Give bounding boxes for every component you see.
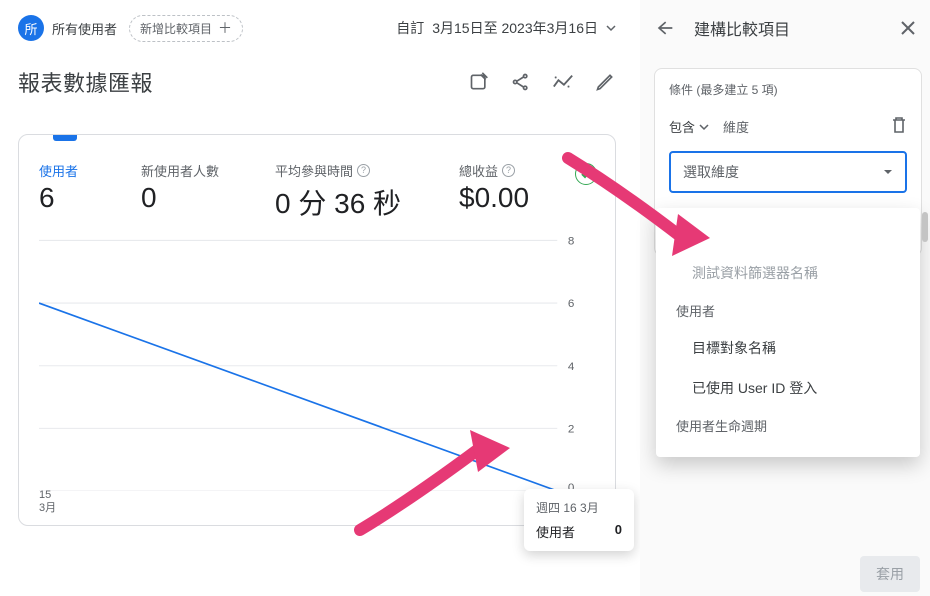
delete-icon[interactable] bbox=[891, 116, 907, 137]
line-chart[interactable]: 8 6 4 2 0 bbox=[39, 230, 589, 491]
tooltip-date: 週四 16 3月 bbox=[536, 499, 622, 516]
date-range-picker[interactable]: 自訂 3月15日至 2023年3月16日 bbox=[396, 18, 616, 38]
metric-users[interactable]: 使用者 6 bbox=[39, 161, 127, 222]
metric-label: 新使用者人數 bbox=[141, 161, 219, 180]
add-compare-chip[interactable]: 新增比較項目 ＋ bbox=[129, 15, 243, 42]
date-range-prefix: 自訂 bbox=[396, 18, 424, 38]
metric-revenue[interactable]: 總收益? $0.00 bbox=[459, 161, 549, 222]
close-icon[interactable] bbox=[900, 20, 916, 36]
condition-row: 包含 維度 bbox=[669, 116, 907, 137]
plus-icon: ＋ bbox=[218, 21, 232, 35]
metric-label: 總收益 bbox=[459, 161, 498, 180]
dimension-dropdown: 一般 測試資料篩選器名稱 使用者 目標對象名稱 已使用 User ID 登入 使… bbox=[656, 208, 920, 457]
svg-text:2: 2 bbox=[568, 424, 574, 436]
back-icon[interactable] bbox=[654, 18, 674, 38]
edit-icon[interactable] bbox=[594, 71, 616, 93]
metric-value: $0.00 bbox=[459, 182, 549, 214]
panel-title: 建構比較項目 bbox=[694, 16, 880, 40]
dropdown-scrollbar[interactable] bbox=[922, 212, 928, 242]
chevron-down-icon bbox=[699, 122, 709, 132]
dropdown-group-lifecycle: 使用者生命週期 bbox=[656, 408, 920, 443]
metric-value: 0 bbox=[141, 182, 261, 214]
metric-value: 6 bbox=[39, 182, 127, 214]
svg-text:8: 8 bbox=[568, 236, 574, 248]
svg-text:6: 6 bbox=[568, 298, 574, 310]
top-controls: 所 所有使用者 新增比較項目 ＋ 自訂 3月15日至 2023年3月16日 bbox=[18, 0, 616, 56]
metric-label: 使用者 bbox=[39, 161, 78, 180]
metric-new-users[interactable]: 新使用者人數 0 bbox=[141, 161, 261, 222]
tooltip-label: 使用者 bbox=[536, 522, 575, 541]
dimension-select-placeholder: 選取維度 bbox=[683, 162, 739, 182]
dropdown-group-general: 一般 bbox=[656, 218, 920, 253]
help-icon[interactable]: ? bbox=[357, 164, 370, 177]
page-title: 報表數據匯報 bbox=[18, 66, 153, 98]
metrics-row: 使用者 6 新使用者人數 0 平均參與時間? 0 分 36 秒 總收益? $0.… bbox=[39, 161, 577, 222]
active-tab-indicator bbox=[53, 135, 77, 141]
help-icon[interactable]: ? bbox=[502, 164, 515, 177]
date-range-text: 3月15日至 2023年3月16日 bbox=[432, 18, 598, 38]
add-compare-label: 新增比較項目 bbox=[140, 20, 212, 37]
x-tick-sub: 3月 bbox=[39, 502, 56, 515]
insights-icon[interactable] bbox=[552, 71, 574, 93]
x-axis: 15 3月 16 bbox=[39, 489, 577, 515]
dimension-select[interactable]: 選取維度 bbox=[669, 151, 907, 193]
svg-text:4: 4 bbox=[568, 361, 575, 373]
panel-caption: 條件 (最多建立 5 項) bbox=[669, 81, 907, 98]
include-toggle[interactable]: 包含 bbox=[669, 117, 709, 136]
customize-icon[interactable] bbox=[468, 71, 490, 93]
dropdown-option-signed-in-userid[interactable]: 已使用 User ID 登入 bbox=[656, 368, 920, 408]
segment-avatar: 所 bbox=[18, 15, 44, 41]
x-tick: 15 bbox=[39, 489, 56, 502]
status-check-icon bbox=[575, 163, 597, 185]
metric-label: 平均參與時間 bbox=[275, 161, 353, 180]
title-bar: 報表數據匯報 bbox=[18, 58, 616, 106]
apply-button[interactable]: 套用 bbox=[860, 556, 920, 592]
dimension-heading: 維度 bbox=[723, 117, 749, 136]
chart-tooltip: 週四 16 3月 使用者 0 bbox=[524, 489, 634, 551]
panel-header: 建構比較項目 bbox=[640, 0, 930, 56]
dropdown-group-user: 使用者 bbox=[656, 293, 920, 328]
tooltip-value: 0 bbox=[615, 522, 622, 541]
segment-all-users[interactable]: 所有使用者 bbox=[52, 19, 117, 38]
overview-card: 使用者 6 新使用者人數 0 平均參與時間? 0 分 36 秒 總收益? $0.… bbox=[18, 134, 616, 526]
dropdown-option-test-filter: 測試資料篩選器名稱 bbox=[656, 253, 920, 293]
metric-avg-engagement[interactable]: 平均參與時間? 0 分 36 秒 bbox=[275, 161, 445, 222]
dropdown-option-audience-name[interactable]: 目標對象名稱 bbox=[656, 328, 920, 368]
caret-down-icon bbox=[883, 167, 893, 177]
chevron-down-icon bbox=[606, 23, 616, 33]
include-label: 包含 bbox=[669, 117, 695, 136]
metric-value: 0 分 36 秒 bbox=[275, 182, 445, 222]
share-icon[interactable] bbox=[510, 71, 532, 93]
